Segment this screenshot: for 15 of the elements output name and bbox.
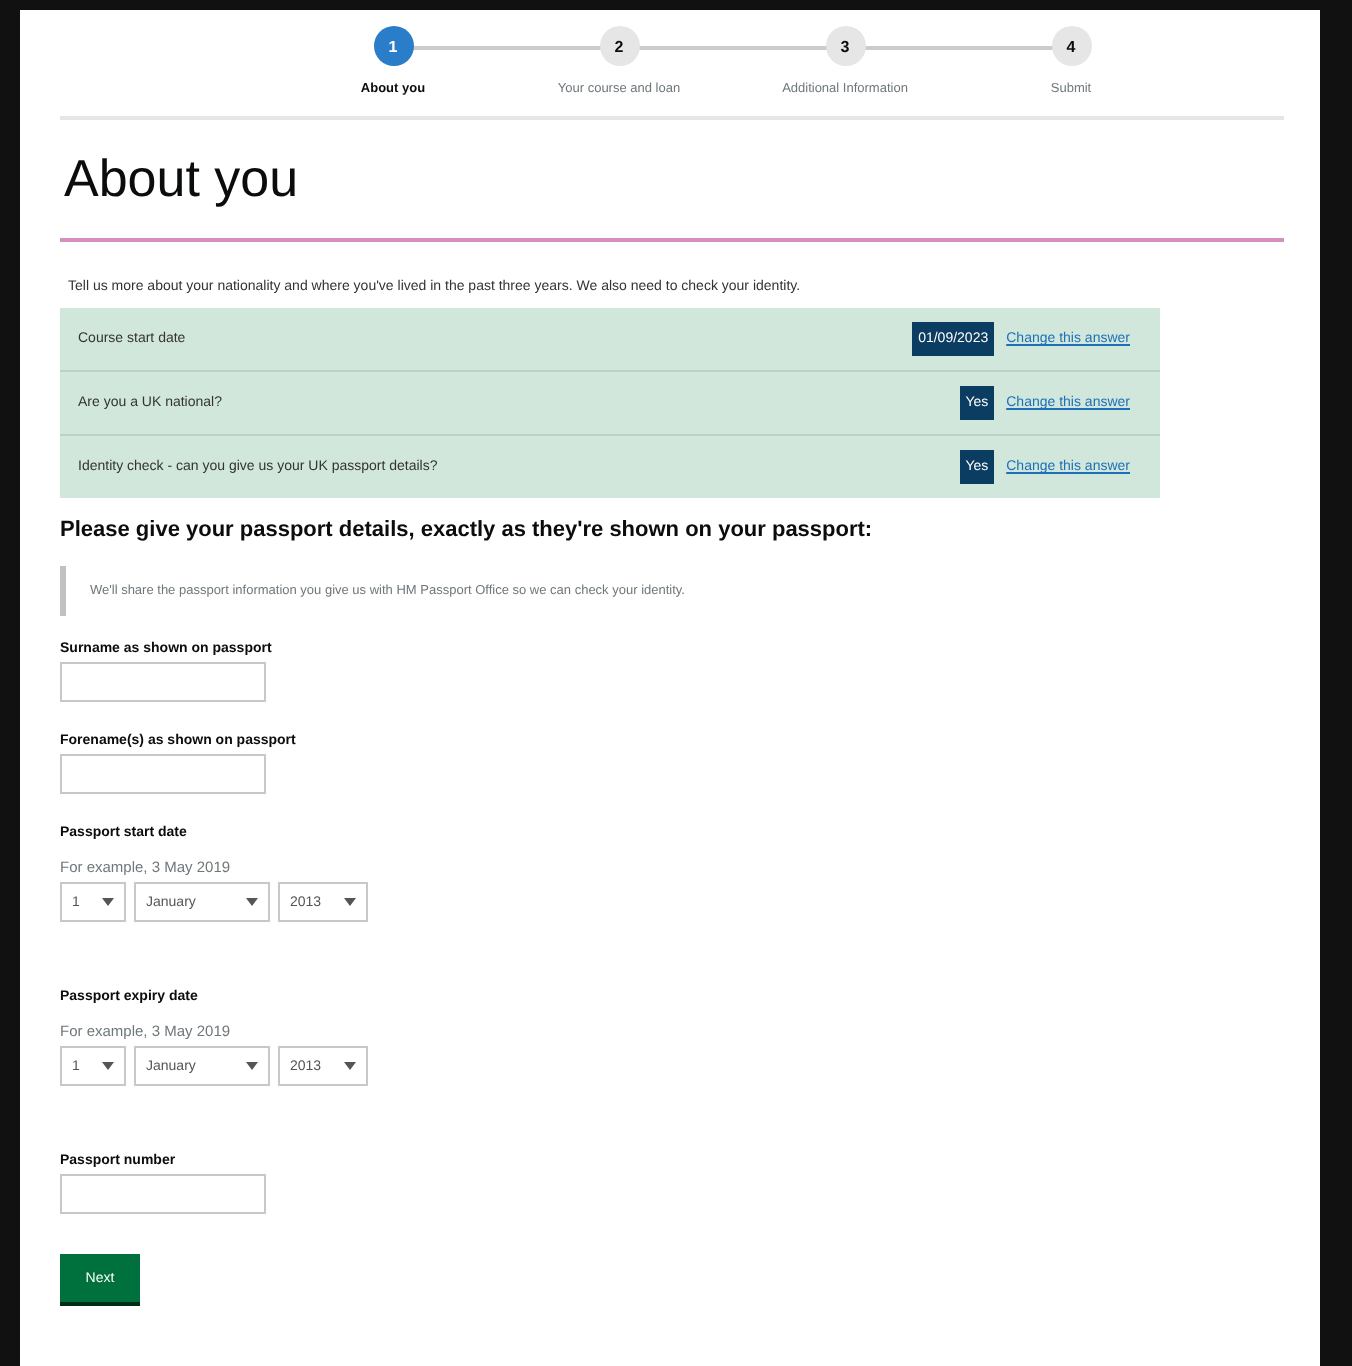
text-field[interactable] (60, 662, 266, 702)
caret-icon (102, 898, 114, 906)
text-field[interactable] (60, 1174, 266, 1214)
section-heading: Please give your passport details, exactly as they're shown on your passport: (60, 518, 875, 542)
step-number: 2 (599, 26, 639, 66)
caret-icon (246, 1062, 258, 1070)
caret-icon (102, 1062, 114, 1070)
page-title: About you (60, 120, 1284, 242)
caret-icon (344, 1062, 356, 1070)
step-number: 3 (825, 26, 865, 66)
step-number: 1 (373, 26, 413, 66)
step-number: 4 (1051, 26, 1091, 66)
caret-icon (344, 898, 356, 906)
caret-icon (246, 898, 258, 906)
text-field[interactable] (60, 754, 266, 794)
